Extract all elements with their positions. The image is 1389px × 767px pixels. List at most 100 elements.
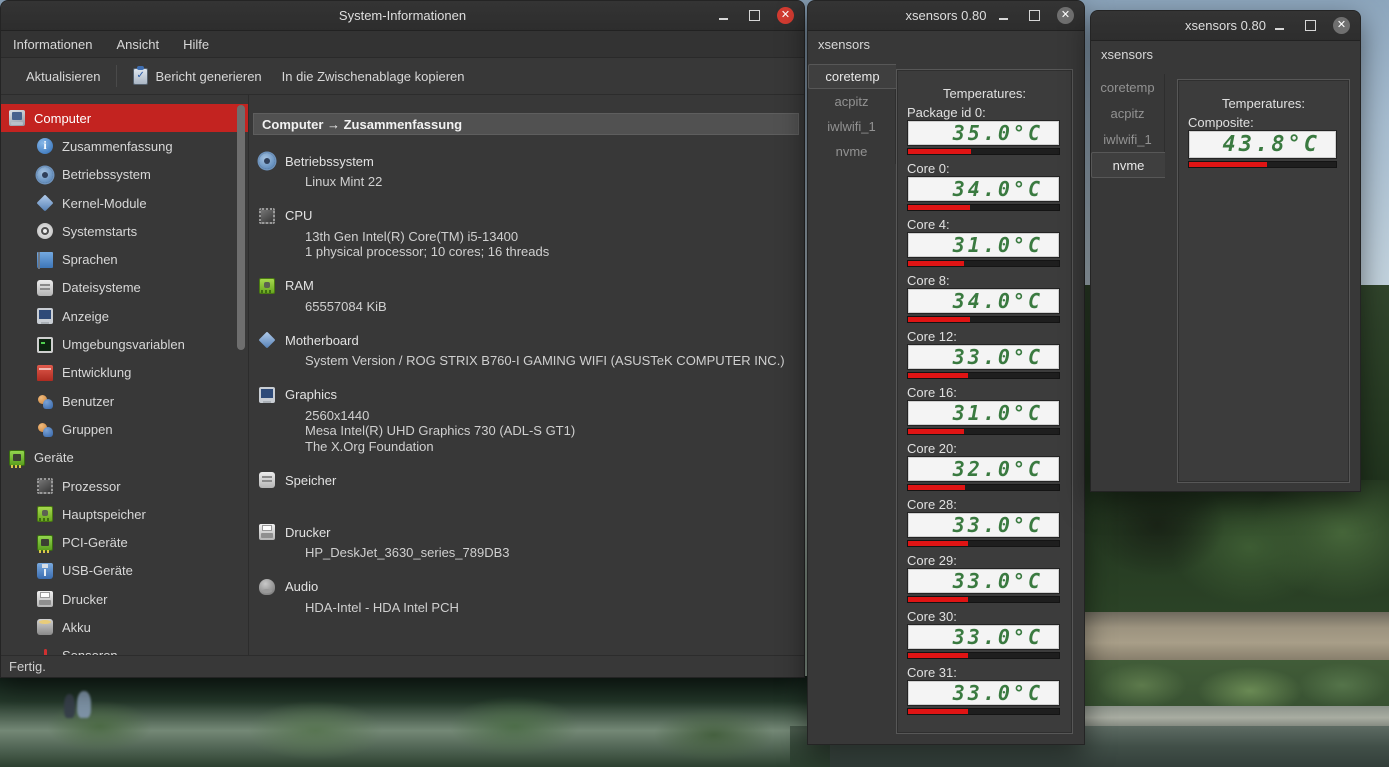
sensor-tab-nvme[interactable]: nvme	[808, 139, 896, 164]
sidebar-item-drucker[interactable]: Drucker	[1, 585, 248, 613]
sidebar-item-label: Geräte	[34, 450, 74, 466]
window-title: System-Informationen	[338, 8, 467, 23]
sensor-row-core-30: Core 30: 33.0°C	[897, 609, 1072, 659]
kernel-icon	[36, 194, 54, 212]
sensor-tab-iwlwifi-1[interactable]: iwlwifi_1	[1091, 126, 1165, 152]
toolbar-separator	[116, 65, 118, 87]
maximize-button[interactable]	[1302, 17, 1319, 34]
sensor-value: 33.0°C	[952, 513, 1043, 537]
summary-group-graphics: Graphics 2560x1440 Mesa Intel(R) UHD Grap…	[253, 385, 799, 455]
sidebar-item-zusammenfassung[interactable]: Zusammenfassung	[1, 132, 248, 160]
sensor-bar	[907, 260, 1060, 267]
sidebar-item-akku[interactable]: Akku	[1, 613, 248, 641]
sensor-display: 32.0°C	[907, 456, 1060, 482]
sidebar-item-anzeige[interactable]: Anzeige	[1, 302, 248, 330]
cpu-icon	[259, 207, 275, 224]
summary-value: The X.Org Foundation	[305, 438, 434, 454]
sensor-row-core-31: Core 31: 33.0°C	[897, 665, 1072, 715]
chip-icon	[37, 534, 53, 553]
sensor-bar-fill	[908, 373, 969, 378]
sidebar-item-dateisysteme[interactable]: Dateisysteme	[1, 274, 248, 302]
sensor-value: 43.8°C	[1222, 132, 1320, 157]
sidebar-item-label: Computer	[34, 110, 92, 126]
wallpaper-foliage	[0, 676, 830, 767]
sidebar-item-usb-ger-te[interactable]: USB-Geräte	[1, 557, 248, 585]
maximize-button[interactable]	[746, 7, 763, 24]
summary-group-header: Betriebssystem	[253, 151, 799, 171]
menubar: xsensors	[1091, 41, 1360, 68]
menu-xsensors[interactable]: xsensors	[1101, 47, 1153, 62]
summary-group-cpu: CPU 13th Gen Intel(R) Core(TM) i5-13400 1…	[253, 206, 799, 260]
menu-xsensors[interactable]: xsensors	[818, 37, 870, 52]
sensor-tab-acpitz[interactable]: acpitz	[1091, 100, 1165, 126]
sensor-tab-iwlwifi-1[interactable]: iwlwifi_1	[808, 114, 896, 139]
summary-group-header: Speicher	[253, 470, 799, 490]
summary-value: 13th Gen Intel(R) Core(TM) i5-13400	[305, 228, 519, 244]
sensor-tab-coretemp[interactable]: coretemp	[808, 64, 896, 89]
sensor-bar-fill	[1189, 162, 1267, 167]
menu-informationen[interactable]: Informationen	[13, 37, 93, 52]
sidebar-item-pci-ger-te[interactable]: PCI-Geräte	[1, 528, 248, 556]
sensor-tab-nvme[interactable]: nvme	[1091, 152, 1165, 178]
sensor-label: Core 8:	[907, 273, 950, 288]
sidebar-item-label: Umgebungsvariablen	[62, 337, 185, 353]
summary-group-values: 13th Gen Intel(R) Core(TM) i5-13400 1 phy…	[305, 229, 799, 260]
sensor-label: Core 4:	[907, 217, 950, 232]
sensor-label: Core 0:	[907, 161, 950, 176]
maximize-button[interactable]	[1026, 7, 1043, 24]
sidebar-item-systemstarts[interactable]: Systemstarts	[1, 217, 248, 245]
sidebar-item-label: Prozessor	[62, 478, 121, 494]
sensor-label: Core 12:	[907, 329, 957, 344]
sensor-label: Core 20:	[907, 441, 957, 456]
sensor-tab-coretemp[interactable]: coretemp	[1091, 74, 1165, 100]
sidebar-tree[interactable]: Computer Zusammenfassung Betriebssystem …	[1, 95, 249, 655]
sidebar-item-betriebssystem[interactable]: Betriebssystem	[1, 161, 248, 189]
sensor-label: Composite:	[1188, 115, 1254, 130]
close-button[interactable]: ✕	[1333, 17, 1350, 34]
titlebar[interactable]: xsensors 0.80 ✕	[1091, 11, 1360, 41]
minimize-button[interactable]	[995, 7, 1012, 24]
sidebar-item-label: Drucker	[62, 591, 108, 607]
close-button[interactable]: ✕	[777, 7, 794, 24]
sensor-bar	[907, 484, 1060, 491]
report-clipboard-icon	[133, 65, 149, 85]
sidebar-item-prozessor[interactable]: Prozessor	[1, 472, 248, 500]
refresh-button[interactable]: Aktualisieren	[16, 62, 110, 90]
sensor-tab-acpitz[interactable]: acpitz	[808, 89, 896, 114]
sidebar-item-hauptspeicher[interactable]: Hauptspeicher	[1, 500, 248, 528]
menu-ansicht[interactable]: Ansicht	[117, 37, 160, 52]
sidebar-item-umgebungsvariablen[interactable]: Umgebungsvariablen	[1, 330, 248, 358]
cpu-icon	[37, 478, 53, 494]
titlebar[interactable]: xsensors 0.80 ✕	[808, 1, 1084, 31]
printer-icon	[259, 524, 275, 540]
sensor-value: 31.0°C	[952, 401, 1043, 425]
sensor-row-core-0: Core 0: 34.0°C	[897, 161, 1072, 211]
sidebar-item-sensoren[interactable]: Sensoren	[1, 642, 248, 655]
summary-group-header: Graphics	[253, 385, 799, 405]
sidebar-item-label: Zusammenfassung	[62, 138, 173, 154]
titlebar[interactable]: System-Informationen ✕	[1, 1, 804, 31]
sensor-value: 34.0°C	[952, 289, 1043, 313]
sidebar-item-label: Kernel-Module	[62, 195, 147, 211]
menu-hilfe[interactable]: Hilfe	[183, 37, 209, 52]
copy-to-clipboard-button[interactable]: In die Zwischenablage kopieren	[272, 62, 475, 90]
summary-group-label: Graphics	[285, 387, 338, 402]
sidebar-item-entwicklung[interactable]: Entwicklung	[1, 359, 248, 387]
generate-report-button[interactable]: Bericht generieren	[123, 62, 271, 90]
sidebar-item-benutzer[interactable]: Benutzer	[1, 387, 248, 415]
sidebar-item-sprachen[interactable]: Sprachen	[1, 245, 248, 273]
sensor-label: Core 29:	[907, 553, 957, 568]
sensor-display: 33.0°C	[907, 624, 1060, 650]
gear-icon	[37, 166, 53, 183]
devel-icon	[37, 364, 53, 381]
terminal-icon	[37, 336, 53, 353]
sidebar-item-gruppen[interactable]: Gruppen	[1, 415, 248, 443]
sidebar-item-computer[interactable]: Computer	[1, 104, 248, 133]
sidebar-scrollbar[interactable]	[237, 105, 245, 350]
close-button[interactable]: ✕	[1057, 7, 1074, 24]
minimize-button[interactable]	[1271, 17, 1288, 34]
sidebar-item-kernel-module[interactable]: Kernel-Module	[1, 189, 248, 217]
sidebar-item-ger-te[interactable]: Geräte	[1, 444, 248, 472]
minimize-button[interactable]	[715, 7, 732, 24]
summary-group-header: RAM	[253, 276, 799, 296]
